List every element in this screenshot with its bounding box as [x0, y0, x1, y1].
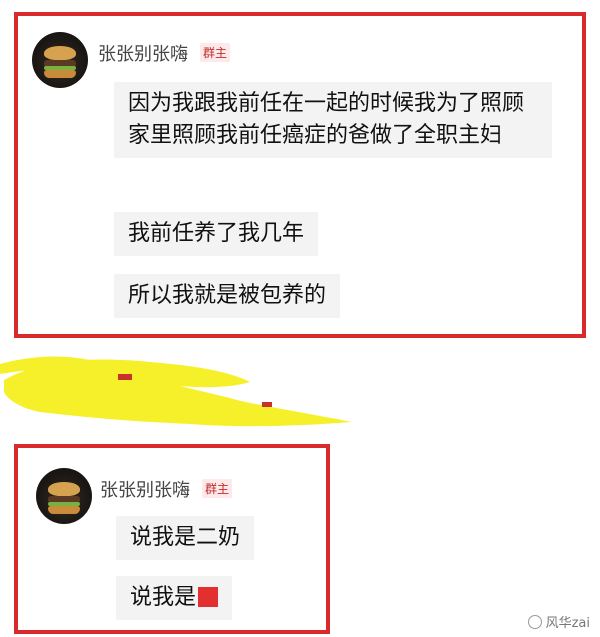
message-bubble[interactable]: 因为我跟我前任在一起的时候我为了照顾家里照顾我前任癌症的爸做了全职主妇: [114, 82, 552, 158]
message-bubble[interactable]: 我前任养了我几年: [114, 212, 319, 256]
camera-icon: [527, 614, 542, 629]
owner-badge: 群主: [202, 479, 233, 498]
avatar[interactable]: [32, 32, 88, 88]
comment-card-1: 张张别张嗨 群主 因为我跟我前任在一起的时候我为了照顾家里照顾我前任癌症的爸做了…: [14, 12, 586, 338]
redaction-scribble: [0, 356, 352, 427]
message-text: 说我是二奶: [130, 525, 241, 550]
yellow-mark: [4, 359, 352, 427]
watermark: 风华zai: [527, 612, 590, 631]
owner-badge: 群主: [200, 43, 231, 62]
message-text: 说我是: [130, 585, 197, 610]
watermark-text: 风华zai: [545, 616, 590, 631]
username[interactable]: 张张别张嗨: [98, 40, 188, 66]
message-text: 因为我跟我前任在一起的时候我为了照顾家里照顾我前任癌症的爸做了全职主妇: [128, 91, 525, 148]
message-text: 所以我就是被包养的: [128, 283, 327, 308]
message-bubble[interactable]: 所以我就是被包养的: [114, 274, 341, 318]
comment-card-2: 张张别张嗨 群主 说我是二奶 说我是: [14, 444, 330, 634]
red-speck: [118, 374, 132, 380]
username[interactable]: 张张别张嗨: [100, 476, 190, 502]
burger-icon: [44, 46, 76, 60]
message-bubble[interactable]: 说我是二奶: [116, 516, 255, 560]
message-text: 我前任养了我几年: [128, 221, 305, 246]
avatar[interactable]: [36, 468, 92, 524]
burger-icon: [48, 482, 80, 496]
redaction-mark: [198, 587, 219, 607]
message-bubble[interactable]: 说我是: [116, 576, 233, 620]
